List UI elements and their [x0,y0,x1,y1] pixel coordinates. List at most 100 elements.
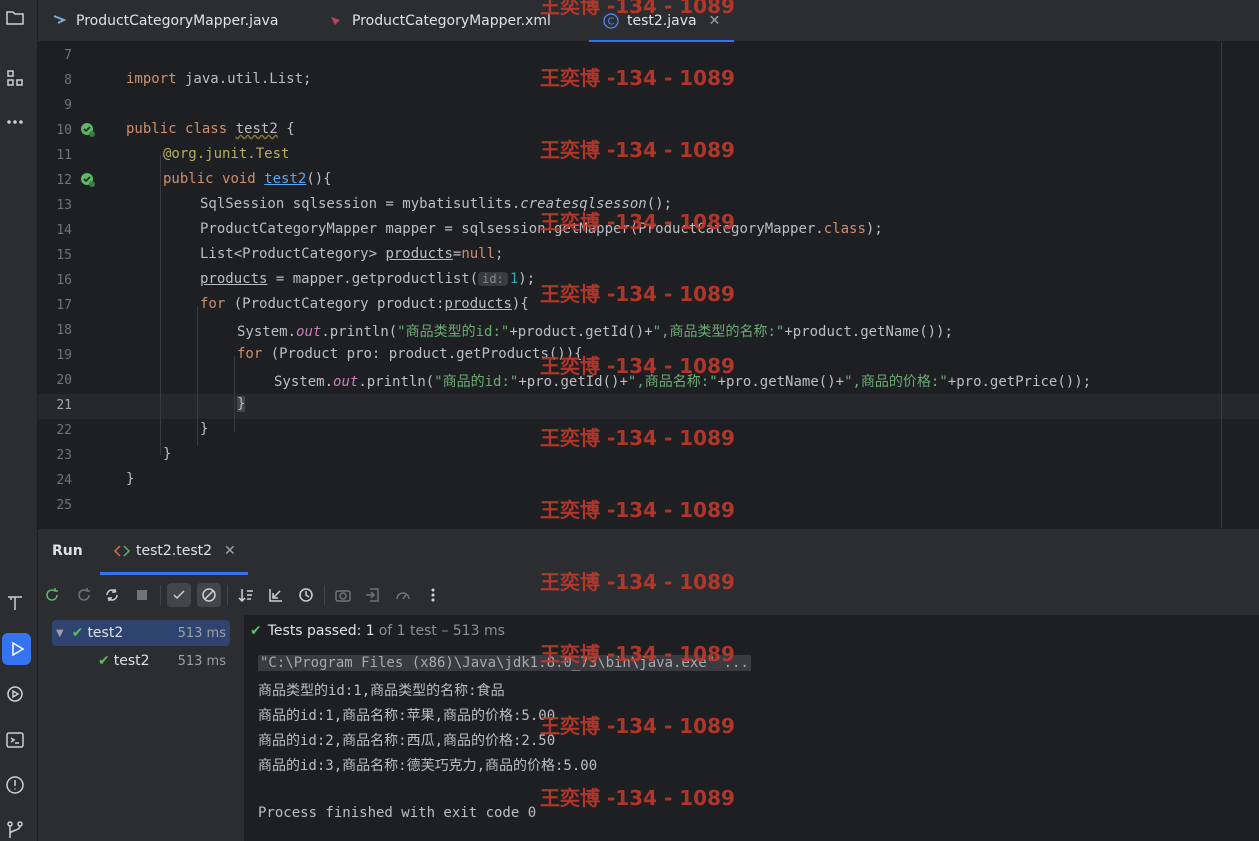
right-margin-guide [1221,42,1222,528]
code-line-15: List<ProductCategory> products=null; [200,246,504,262]
line-number: 25 [56,498,72,513]
code-line-8: import java.util.List; [126,71,312,87]
code-line-21: } [237,396,246,412]
code-line-19: for (Product pro: product.getProducts())… [237,346,583,362]
run-tool-window-header: Run test2.test2 ✕ [38,528,1259,575]
passed-check-icon: ✔ [250,623,262,639]
toolbar-separator [227,585,228,605]
code-line-16: products = mapper.getproductlist(id: 1); [200,271,536,287]
line-number: 10 [56,123,72,138]
code-line-17: for (ProductCategory product:products){ [200,296,529,312]
tab-productcategorymapper-xml[interactable]: ProductCategoryMapper.xml [328,0,551,42]
tab-test2-java[interactable]: C test2.java ✕ [588,0,735,43]
chevron-down-icon[interactable]: ▼ [56,628,64,639]
close-icon[interactable]: ✕ [709,13,721,29]
tab-label: ProductCategoryMapper.java [76,13,279,29]
code-line-24: } [126,471,135,487]
tab-label: ProductCategoryMapper.xml [352,13,551,29]
run-configuration-tab[interactable]: test2.test2 ✕ [114,543,236,559]
import-icon[interactable] [361,583,385,607]
console-line: 商品的id:1,商品名称:苹果,商品的价格:5.00 [258,708,556,724]
console-line: "C:\Program Files (x86)\Java\jdk1.8.0_73… [258,655,751,671]
indent-guide [234,356,235,432]
line-number: 22 [56,423,72,438]
more-icon[interactable] [421,583,445,607]
show-ignored-icon[interactable] [197,583,221,607]
parameter-hint: id: [478,272,508,286]
terminal-icon[interactable] [3,728,27,752]
show-passed-icon[interactable] [167,583,191,607]
test-duration: 513 ms [177,653,226,669]
test-results-tree: ▼ ✔ test2 513 ms ✔ test2 513 ms [38,615,245,841]
run-test-gutter-icon[interactable] [80,122,96,138]
services-icon[interactable] [3,682,27,706]
folder-icon[interactable] [3,6,27,30]
problems-icon[interactable] [3,773,27,797]
code-line-14: ProductCategoryMapper mapper = sqlsessio… [200,221,883,237]
code-line-23: } [163,446,172,462]
git-icon[interactable] [3,818,27,841]
run-toolbar [38,575,1259,615]
left-tool-strip [0,0,38,841]
run-icon[interactable] [2,633,31,665]
rerun-icon[interactable] [40,583,64,607]
test-status-bar: ✔ Tests passed: 1 of 1 test – 513 ms [250,623,505,639]
indent-guide [197,306,198,446]
code-line-10: public class test2 { [126,121,295,137]
passed-check-icon: ✔ [71,625,84,641]
line-number: 11 [56,148,72,163]
history-icon[interactable] [294,583,318,607]
line-number: 24 [56,473,72,488]
line-number: 16 [56,273,72,288]
code-line-18: System.out.println("商品类型的id:"+product.ge… [237,324,953,340]
line-number: 18 [56,323,72,338]
passed-check-icon: ✔ [98,653,110,669]
toggle-auto-test-icon[interactable] [100,583,124,607]
line-number: 20 [56,373,72,388]
structure-icon[interactable] [3,66,27,90]
line-number: 7 [64,48,72,63]
console-output[interactable]: ✔ Tests passed: 1 of 1 test – 513 ms "C:… [246,615,1259,841]
collapse-icon[interactable] [264,583,288,607]
line-number: 9 [64,98,72,113]
console-line: 商品类型的id:1,商品类型的名称:食品 [258,683,505,699]
build-hammer-icon[interactable] [3,591,27,615]
run-test-gutter-icon[interactable] [80,172,96,188]
sort-icon[interactable] [234,583,258,607]
console-line: 商品的id:2,商品名称:西瓜,商品的价格:2.50 [258,733,556,749]
current-line-highlight [38,394,1259,419]
java-class-icon [52,13,68,29]
close-icon[interactable]: ✕ [224,543,236,559]
more-icon[interactable] [3,110,27,134]
indent-guide [160,155,161,455]
camera-icon[interactable] [331,583,355,607]
run-tab-label: test2.test2 [136,543,213,559]
console-line: Process finished with exit code 0 [258,805,537,821]
console-line: 商品的id:3,商品名称:德芙巧克力,商品的价格:5.00 [258,758,598,774]
test-duration: 513 ms [177,625,226,641]
line-number: 12 [56,173,72,188]
line-number: 13 [56,198,72,213]
toolbar-separator [160,585,161,605]
tests-detail-text: of 1 test – 513 ms [378,623,505,639]
toolbar-separator [324,585,325,605]
code-line-11: @org.junit.Test [163,146,290,162]
coverage-icon[interactable] [391,583,415,607]
line-number: 23 [56,448,72,463]
rerun-failed-icon[interactable] [72,583,96,607]
code-line-22: } [200,421,209,437]
editor-tabs: ProductCategoryMapper.java ProductCatego… [38,0,1259,43]
code-line-20: System.out.println("商品的id:"+pro.getId()+… [274,374,1092,390]
code-editor[interactable]: 7 8 9 10 11 12 13 14 15 16 17 18 19 20 2… [38,42,1259,528]
line-number: 19 [56,348,72,363]
test-tree-item[interactable]: ✔ test2 513 ms [98,648,230,674]
line-number: 17 [56,298,72,313]
stop-icon[interactable] [130,583,154,607]
xml-file-icon [328,13,344,29]
test-name: test2 [87,625,124,641]
class-c-icon: C [603,13,619,29]
line-number: 8 [64,73,72,88]
test-tree-item-root[interactable]: ▼ ✔ test2 513 ms [52,620,230,646]
test-name: test2 [113,653,150,669]
tab-productcategorymapper-java[interactable]: ProductCategoryMapper.java [52,0,278,42]
